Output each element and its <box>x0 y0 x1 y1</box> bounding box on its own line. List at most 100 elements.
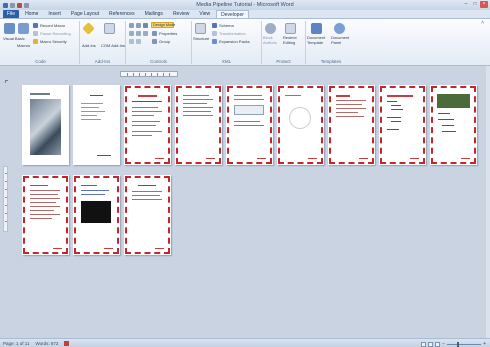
page-thumbnail[interactable] <box>73 85 120 165</box>
proofing-icon[interactable] <box>64 340 70 346</box>
zoom-slider[interactable] <box>447 341 482 347</box>
com-addins-button[interactable]: COM Add-Ins <box>101 43 125 48</box>
checkbox-control-icon[interactable] <box>136 39 141 44</box>
record-macro-icon[interactable] <box>33 23 38 28</box>
expansion-packs-icon[interactable] <box>212 39 217 44</box>
horizontal-ruler[interactable] <box>120 71 178 77</box>
title-bar: Media Pipeline Tutorial - Microsoft Word… <box>0 0 490 10</box>
transformation-icon <box>212 31 217 36</box>
web-layout-view-icon[interactable] <box>435 341 441 347</box>
ribbon: Visual Basic Macros Record Macro Pause R… <box>0 19 490 66</box>
properties-button[interactable]: Properties <box>159 31 177 36</box>
tab-page-layout[interactable]: Page Layout <box>67 10 103 18</box>
group-button[interactable]: Group <box>159 39 170 44</box>
combo-box-control-icon[interactable] <box>129 31 134 36</box>
plain-text-control-icon[interactable] <box>136 23 141 28</box>
zoom-in-icon[interactable]: + <box>483 341 486 347</box>
close-icon[interactable]: × <box>480 1 488 8</box>
quick-access-toolbar <box>0 2 60 8</box>
addins-button[interactable]: Add-Ins <box>82 43 96 48</box>
dropdown-control-icon[interactable] <box>136 31 141 36</box>
page-thumbnail[interactable] <box>226 85 273 165</box>
macro-security-icon[interactable] <box>33 39 38 44</box>
visual-basic-icon[interactable] <box>4 23 15 34</box>
controls-group: Design Mode Properties Group Controls <box>126 21 192 64</box>
expansion-packs-button[interactable]: Expansion Packs <box>219 39 250 44</box>
page-thumbnail[interactable] <box>175 85 222 165</box>
page-thumbnail[interactable] <box>22 175 69 255</box>
restrict-editing-icon[interactable] <box>285 23 296 34</box>
tab-mailings[interactable]: Mailings <box>141 10 167 18</box>
page-thumbnail[interactable] <box>277 85 324 165</box>
restrict-editing-button[interactable]: Restrict Editing <box>283 35 303 45</box>
schema-icon[interactable] <box>212 23 217 28</box>
xml-group-label: XML <box>221 59 232 64</box>
page-diagram <box>289 107 311 129</box>
tab-insert[interactable]: Insert <box>44 10 65 18</box>
structure-button[interactable]: Structure <box>193 36 209 41</box>
group-icon[interactable] <box>152 39 157 44</box>
document-template-button[interactable]: Document Template <box>307 35 329 45</box>
vertical-scrollbar[interactable] <box>486 66 490 338</box>
page-thumbnail[interactable] <box>328 85 375 165</box>
record-macro-button[interactable]: Record Macro <box>40 23 65 28</box>
document-panel-icon[interactable] <box>334 23 345 34</box>
com-addins-icon[interactable] <box>104 23 115 34</box>
zoom-slider-thumb[interactable] <box>457 341 460 347</box>
addins-group: Add-Ins COM Add-Ins Add-Ins <box>80 21 126 64</box>
redo-icon[interactable] <box>24 2 29 8</box>
page-thumbnail[interactable] <box>124 85 171 165</box>
tab-review[interactable]: Review <box>169 10 193 18</box>
tab-view[interactable]: View <box>195 10 214 18</box>
ribbon-collapse-icon[interactable]: ˄ <box>481 20 484 26</box>
undo-icon[interactable] <box>17 2 22 8</box>
minimize-icon[interactable]: – <box>462 1 470 8</box>
picture-control-icon[interactable] <box>143 23 148 28</box>
document-template-icon[interactable] <box>311 23 322 34</box>
schema-button[interactable]: Schema <box>219 23 234 28</box>
date-picker-control-icon[interactable] <box>143 31 148 36</box>
page-thumbnail[interactable] <box>124 175 171 255</box>
block-authors-icon[interactable] <box>265 23 276 34</box>
macros-icon[interactable] <box>18 23 29 34</box>
window-title: Media Pipeline Tutorial - Microsoft Word <box>196 2 294 8</box>
save-icon[interactable] <box>10 2 15 8</box>
tab-home[interactable]: Home <box>21 10 42 18</box>
templates-group-label: Templates <box>320 59 342 64</box>
word-app-icon[interactable] <box>3 2 8 8</box>
page-banner-image <box>437 94 470 108</box>
status-bar: Page: 1 of 11 Words: 872 − + <box>0 338 490 347</box>
vertical-ruler[interactable] <box>3 166 8 232</box>
page-thumbnail[interactable] <box>430 85 477 165</box>
structure-icon[interactable] <box>195 23 206 34</box>
rich-text-control-icon[interactable] <box>129 23 134 28</box>
full-screen-view-icon[interactable] <box>428 341 434 347</box>
transformation-button[interactable]: Transformation <box>219 31 246 36</box>
legacy-tools-icon[interactable] <box>129 39 134 44</box>
block-authors-button[interactable]: Block Authors <box>263 35 281 45</box>
zoom-controls: − + <box>421 341 486 347</box>
addins-group-label: Add-Ins <box>94 59 111 64</box>
macros-button[interactable]: Macros <box>17 43 30 48</box>
addins-icon[interactable] <box>82 22 95 35</box>
page-count-status[interactable]: Page: 1 of 11 <box>3 341 29 346</box>
page-figure <box>234 105 264 115</box>
tab-developer[interactable]: Developer <box>216 10 249 18</box>
pause-recording-icon <box>33 31 38 36</box>
maximize-icon[interactable]: □ <box>471 1 479 8</box>
document-panel-button[interactable]: Document Panel <box>331 35 353 45</box>
pause-recording-button[interactable]: Pause Recording <box>40 31 71 36</box>
tab-references[interactable]: References <box>105 10 139 18</box>
visual-basic-button[interactable]: Visual Basic <box>3 36 25 41</box>
tab-file[interactable]: File <box>3 10 20 18</box>
page-screenshot-image <box>81 201 111 223</box>
page-thumbnail[interactable] <box>73 175 120 255</box>
zoom-out-icon[interactable]: − <box>442 341 445 347</box>
page-thumbnail[interactable] <box>379 85 426 165</box>
page-thumbnail[interactable] <box>22 85 69 165</box>
macro-security-button[interactable]: Macro Security <box>40 39 67 44</box>
properties-icon[interactable] <box>152 31 157 36</box>
cover-image <box>30 99 61 155</box>
word-count-status[interactable]: Words: 872 <box>35 341 58 346</box>
print-layout-view-icon[interactable] <box>421 341 427 347</box>
